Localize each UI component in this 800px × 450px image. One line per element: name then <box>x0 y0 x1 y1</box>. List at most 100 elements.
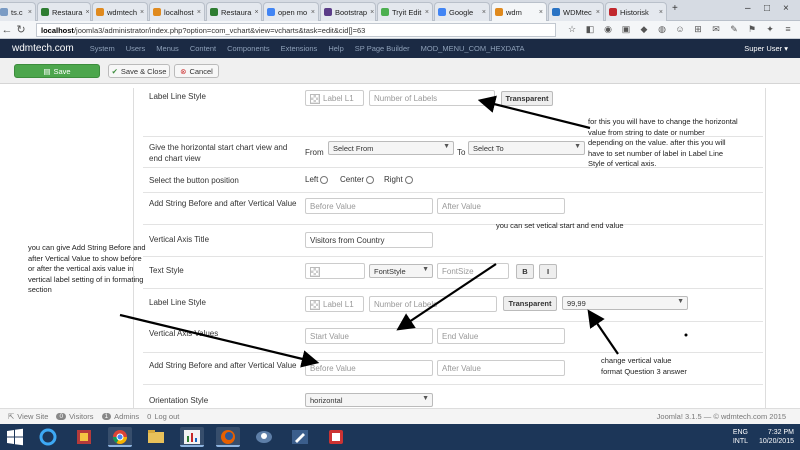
view-site-link[interactable]: ⇱ View Site <box>8 412 48 421</box>
extension-icon[interactable]: ◆ <box>638 24 650 36</box>
before-value-input[interactable]: Before Value <box>305 360 433 376</box>
cancel-button[interactable]: ⊗ Cancel <box>174 64 219 78</box>
save-button[interactable]: ▤ Save <box>14 64 100 78</box>
after-value-input[interactable]: After Value <box>437 360 565 376</box>
close-tab-icon[interactable]: × <box>197 9 201 16</box>
extension-icon[interactable]: ◧ <box>584 24 596 36</box>
editor-app-icon[interactable] <box>288 427 312 447</box>
close-tab-icon[interactable]: × <box>370 9 374 16</box>
font-size-input[interactable]: FontSize <box>437 263 509 279</box>
pen-icon[interactable]: ✎ <box>728 24 740 36</box>
browser-tab[interactable]: localhost × <box>149 2 205 21</box>
transparent-button[interactable]: Transparent <box>501 91 553 106</box>
text-color-input[interactable] <box>305 263 365 279</box>
close-tab-icon[interactable]: × <box>425 9 429 16</box>
browser-tab[interactable]: ts.c × <box>0 2 36 21</box>
close-tab-icon[interactable]: × <box>140 9 144 16</box>
menu-item-sp-page-builder[interactable]: SP Page Builder <box>355 44 410 53</box>
menu-item-extensions[interactable]: Extensions <box>281 44 318 53</box>
label-color-input[interactable]: Label L1 <box>305 296 364 312</box>
extension-icon[interactable]: ⚑ <box>746 24 758 36</box>
after-value-input[interactable]: After Value <box>437 198 565 214</box>
vertical-value-format-dropdown[interactable]: 99,99 ▼ <box>562 296 688 310</box>
snagit-app-icon[interactable] <box>324 427 348 447</box>
italic-button[interactable]: I <box>539 264 557 279</box>
user-menu[interactable]: Super User ▾ <box>744 44 788 53</box>
menu-item-help[interactable]: Help <box>328 44 343 53</box>
maximize-icon[interactable]: □ <box>764 3 770 14</box>
browser-tab[interactable]: wdmtech × <box>92 2 148 21</box>
browser-tab[interactable]: WDMtec × <box>548 2 604 21</box>
close-tab-icon[interactable]: × <box>28 9 32 16</box>
extension-icon[interactable]: ⊞ <box>692 24 704 36</box>
menu-item-components[interactable]: Components <box>227 44 270 53</box>
extension-icon[interactable]: ✦ <box>764 24 776 36</box>
browser-tab[interactable]: Google × <box>434 2 490 21</box>
explorer-app-icon[interactable] <box>144 427 168 447</box>
menu-item-content[interactable]: Content <box>190 44 216 53</box>
radio-icon[interactable] <box>404 175 413 184</box>
ie-app-icon[interactable] <box>36 427 60 447</box>
menu-icon[interactable]: ≡ <box>782 24 794 36</box>
chrome-app-icon[interactable] <box>108 427 132 447</box>
browser-tab[interactable]: Tryit Edit × <box>377 2 433 21</box>
menu-item-system[interactable]: System <box>90 44 115 53</box>
charts-app-icon[interactable] <box>180 427 204 447</box>
radio-icon[interactable] <box>366 175 375 184</box>
close-window-icon[interactable]: × <box>783 3 789 14</box>
menu-item-users[interactable]: Users <box>126 44 146 53</box>
minimize-icon[interactable]: – <box>745 3 751 14</box>
select-from-dropdown[interactable]: Select From ▼ <box>328 141 454 155</box>
radio-left[interactable]: Left <box>305 175 329 184</box>
close-tab-icon[interactable]: × <box>85 9 89 16</box>
chat-app-icon[interactable] <box>252 427 276 447</box>
close-tab-icon[interactable]: × <box>254 9 258 16</box>
close-tab-icon[interactable]: × <box>311 9 315 16</box>
radio-center[interactable]: Center <box>340 175 375 184</box>
orientation-dropdown[interactable]: horizontal ▼ <box>305 393 433 407</box>
close-tab-icon[interactable]: × <box>482 9 486 16</box>
bold-button[interactable]: B <box>516 264 534 279</box>
extension-icon[interactable]: ◉ <box>602 24 614 36</box>
menu-item-menus[interactable]: Menus <box>156 44 179 53</box>
media-app-icon[interactable] <box>72 427 96 447</box>
radio-right[interactable]: Right <box>384 175 413 184</box>
logout-link[interactable]: 0 Log out <box>147 412 179 421</box>
windows-start-icon[interactable] <box>6 428 24 446</box>
extension-icon[interactable]: ✉ <box>710 24 722 36</box>
browser-tab[interactable]: open mo × <box>263 2 319 21</box>
transparent-button[interactable]: Transparent <box>503 296 557 311</box>
vertical-axis-title-input[interactable]: Visitors from Country <box>305 232 433 248</box>
new-tab-icon[interactable]: + <box>672 3 678 14</box>
end-value-input[interactable]: End Value <box>437 328 565 344</box>
reload-icon[interactable]: ↻ <box>14 23 28 36</box>
bookmark-star-icon[interactable]: ☆ <box>566 24 578 36</box>
browser-tab[interactable]: Historisk × <box>605 2 667 21</box>
browser-tab-active[interactable]: wdm × <box>491 2 547 21</box>
start-value-input[interactable]: Start Value <box>305 328 433 344</box>
font-style-dropdown[interactable]: FontStyle ▼ <box>369 264 433 278</box>
number-of-labels-input[interactable]: Number of Labels <box>369 296 497 312</box>
extension-icon[interactable]: ◍ <box>656 24 668 36</box>
number-of-labels-input[interactable]: Number of Labels <box>369 90 495 106</box>
radio-icon[interactable] <box>320 175 329 184</box>
select-to-dropdown[interactable]: Select To ▼ <box>468 141 585 155</box>
browser-tab[interactable]: Restaura × <box>37 2 91 21</box>
browser-tab[interactable]: Restaura × <box>206 2 262 21</box>
extension-icon[interactable]: ▣ <box>620 24 632 36</box>
close-tab-icon[interactable]: × <box>539 9 543 16</box>
back-icon[interactable]: ← <box>0 24 14 36</box>
extension-icon[interactable]: ☺ <box>674 24 686 36</box>
firefox-app-icon[interactable] <box>216 427 240 447</box>
close-tab-icon[interactable]: × <box>596 9 600 16</box>
save-close-button[interactable]: ✔ Save & Close <box>108 64 170 78</box>
url-field[interactable]: localhost/joomla3/administrator/index.ph… <box>36 23 556 37</box>
before-value-input[interactable]: Before Value <box>305 198 433 214</box>
brand-logo[interactable]: wdmtech.com <box>12 43 74 54</box>
system-clock[interactable]: 7:32 PM 10/20/2015 <box>759 428 794 446</box>
browser-tab[interactable]: Bootstrap × <box>320 2 376 21</box>
language-indicator[interactable]: ENG INTL <box>733 428 748 446</box>
label-color-input[interactable]: Label L1 <box>305 90 364 106</box>
close-tab-icon[interactable]: × <box>659 9 663 16</box>
menu-item-hexdata[interactable]: MOD_MENU_COM_HEXDATA <box>421 44 525 53</box>
